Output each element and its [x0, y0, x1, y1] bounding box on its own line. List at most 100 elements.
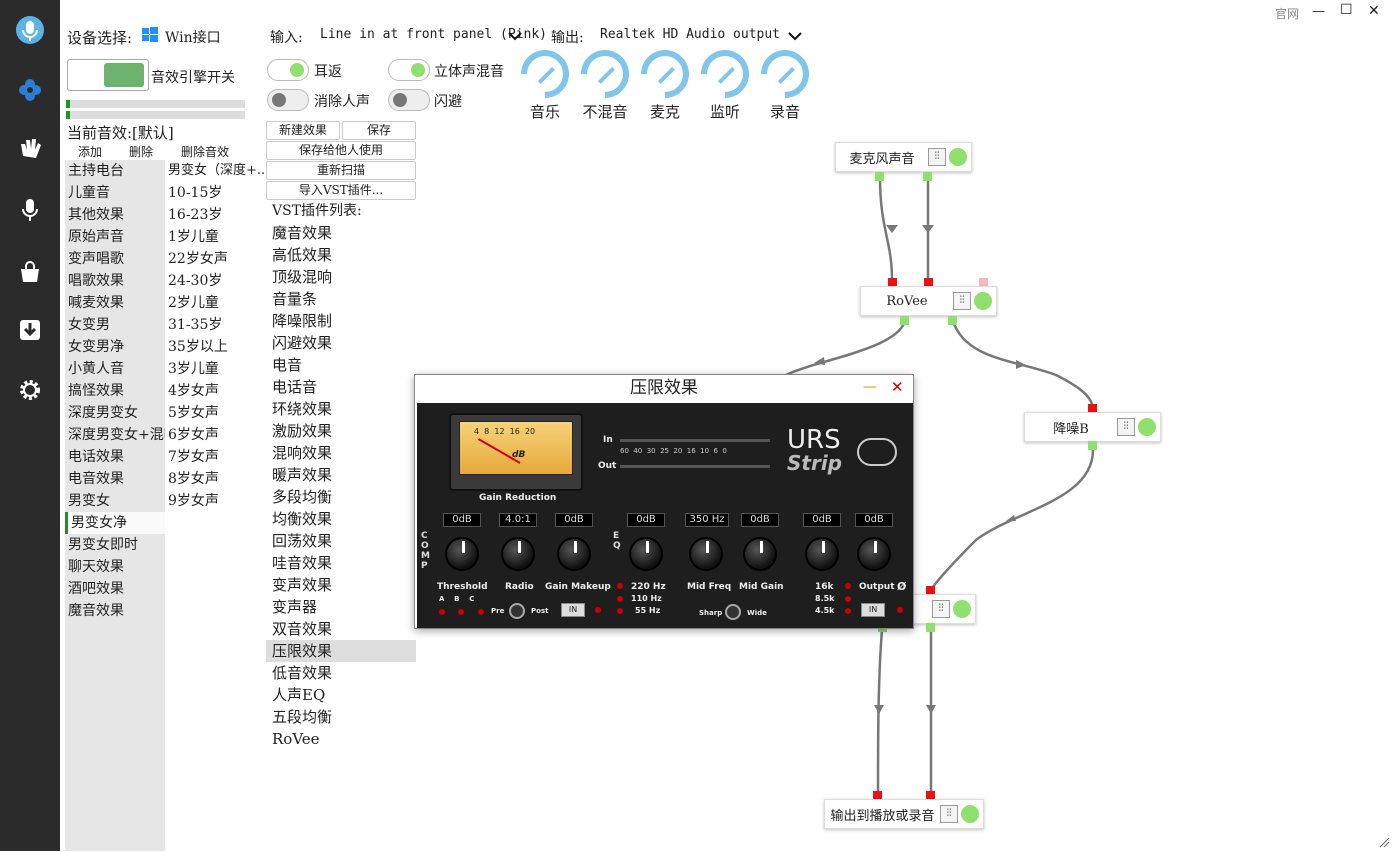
eq-in-button[interactable]: IN	[861, 603, 885, 617]
node-enable-indicator[interactable]	[974, 292, 992, 310]
mid-gain-knob[interactable]	[743, 537, 777, 571]
low-eq-knob[interactable]	[629, 537, 663, 571]
list-item[interactable]: 22岁女声	[165, 248, 265, 270]
no-mix-volume-knob[interactable]	[571, 40, 639, 108]
chevron-down-icon[interactable]	[788, 29, 802, 45]
list-item[interactable]: 31-35岁	[165, 314, 265, 336]
add-effect-button[interactable]: 添加	[78, 143, 102, 160]
list-item[interactable]: 儿童音	[65, 182, 165, 204]
list-item[interactable]: 4岁女声	[165, 380, 265, 402]
node-settings-button[interactable]: ⫶⫶	[1117, 418, 1135, 436]
mic-volume-knob[interactable]	[631, 40, 699, 108]
save-share-button[interactable]: 保存给他人使用	[266, 141, 416, 160]
flower-icon[interactable]	[10, 70, 50, 110]
list-item[interactable]: 人声EQ	[266, 684, 416, 706]
list-item-selected[interactable]: 男变女净	[65, 512, 165, 534]
list-item[interactable]: 16-23岁	[165, 204, 265, 226]
list-item[interactable]: 顶级混响	[266, 266, 416, 288]
list-item[interactable]: 深度男变女	[65, 402, 165, 424]
save-button[interactable]: 保存	[342, 121, 416, 140]
list-item[interactable]: 电音效果	[65, 468, 165, 490]
stereo-mix-toggle[interactable]	[388, 59, 430, 81]
led-b[interactable]	[458, 609, 464, 615]
plugin-minimize-button[interactable]: —	[863, 379, 877, 395]
threshold-knob[interactable]	[445, 537, 479, 571]
close-button[interactable]: ✕	[1368, 3, 1380, 19]
list-item[interactable]: 酒吧效果	[65, 578, 165, 600]
list-item[interactable]: 变声效果	[266, 574, 416, 596]
ratio-knob[interactable]	[501, 537, 535, 571]
list-item[interactable]: 35岁以上	[165, 336, 265, 358]
mic-source-node[interactable]: 麦克风声音 ⫶⫶	[835, 142, 972, 172]
list-item[interactable]: 变声器	[266, 596, 416, 618]
high-freq-8k-label[interactable]: 8.5k	[815, 594, 835, 603]
low-freq-55-led[interactable]	[617, 608, 623, 614]
list-item[interactable]: 2岁儿童	[165, 292, 265, 314]
mid-freq-knob[interactable]	[689, 537, 723, 571]
list-item[interactable]: 魔音效果	[65, 600, 165, 622]
list-item[interactable]: 变声唱歌	[65, 248, 165, 270]
gear-icon[interactable]	[10, 370, 50, 410]
gain-makeup-knob[interactable]	[557, 537, 591, 571]
microphone-icon[interactable]	[10, 190, 50, 230]
list-item[interactable]: 女变男	[65, 314, 165, 336]
list-item[interactable]: 音量条	[266, 288, 416, 310]
list-item[interactable]: 主持电台	[65, 160, 165, 182]
rescan-button[interactable]: 重新扫描	[266, 161, 416, 180]
list-item[interactable]: 24-30岁	[165, 270, 265, 292]
high-freq-4k-label[interactable]: 4.5k	[815, 606, 835, 615]
new-effect-button[interactable]: 新建效果	[266, 121, 340, 140]
microphone-logo-icon[interactable]	[10, 10, 50, 50]
output-port[interactable]	[923, 172, 932, 181]
pre-post-switch[interactable]	[509, 603, 525, 619]
import-vst-button[interactable]: 导入VST插件...	[266, 181, 416, 200]
comp-in-button[interactable]: IN	[561, 603, 585, 617]
node-enable-indicator[interactable]	[953, 600, 971, 618]
list-item[interactable]: 电话音	[266, 376, 416, 398]
list-item[interactable]: 双音效果	[266, 618, 416, 640]
list-item[interactable]: 8岁女声	[165, 468, 265, 490]
list-item[interactable]: 9岁女声	[165, 490, 265, 512]
list-item[interactable]: 混响效果	[266, 442, 416, 464]
high-eq-knob[interactable]	[805, 537, 839, 571]
output-port[interactable]	[1088, 441, 1097, 450]
list-item[interactable]: 均衡效果	[266, 508, 416, 530]
minimize-button[interactable]: —	[1312, 4, 1325, 19]
list-item[interactable]: 五段均衡	[266, 706, 416, 728]
list-item[interactable]: 高低效果	[266, 244, 416, 266]
list-item[interactable]: 唱歌效果	[65, 270, 165, 292]
list-item[interactable]: 闪避效果	[266, 332, 416, 354]
list-item[interactable]: 7岁女声	[165, 446, 265, 468]
list-item[interactable]: 电音	[266, 354, 416, 376]
list-item[interactable]: 电话效果	[65, 446, 165, 468]
list-item[interactable]: 魔音效果	[266, 222, 416, 244]
music-volume-knob[interactable]	[511, 40, 579, 108]
list-item[interactable]: 降噪限制	[266, 310, 416, 332]
list-item[interactable]: 6岁女声	[165, 424, 265, 446]
list-item[interactable]: 男变女（深度+...	[165, 160, 265, 182]
list-item[interactable]: 低音效果	[266, 662, 416, 684]
node-enable-indicator[interactable]	[961, 805, 979, 823]
output-port[interactable]	[875, 172, 884, 181]
output-node[interactable]: 输出到播放或录音 ⫶⫶	[824, 799, 984, 829]
list-item[interactable]: 回荡效果	[266, 530, 416, 552]
list-item[interactable]: 5岁女声	[165, 402, 265, 424]
list-item[interactable]: 搞怪效果	[65, 380, 165, 402]
list-item[interactable]: 喊麦效果	[65, 292, 165, 314]
monitor-toggle[interactable]	[267, 59, 309, 81]
list-item[interactable]: RoVee	[266, 728, 416, 750]
low-freq-110-led[interactable]	[617, 596, 623, 602]
sharp-wide-switch[interactable]	[725, 604, 741, 620]
list-item[interactable]: 暖声效果	[266, 464, 416, 486]
node-settings-button[interactable]: ⫶⫶	[953, 292, 971, 310]
ducking-toggle[interactable]	[388, 89, 430, 111]
resize-grip-icon[interactable]	[1378, 836, 1390, 852]
denoise-node[interactable]: 降噪B ⫶⫶	[1024, 412, 1161, 442]
node-enable-indicator[interactable]	[1138, 418, 1156, 436]
vocal-remove-toggle[interactable]	[267, 89, 309, 111]
node-enable-indicator[interactable]	[949, 148, 967, 166]
download-icon[interactable]	[10, 310, 50, 350]
official-site-link[interactable]: 官网	[1275, 5, 1299, 22]
high-freq-led[interactable]	[845, 583, 851, 589]
list-item[interactable]: 多段均衡	[266, 486, 416, 508]
